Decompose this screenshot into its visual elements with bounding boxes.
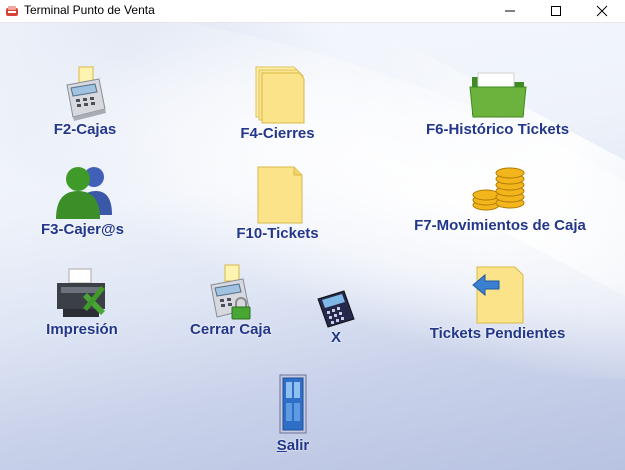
cajas-button[interactable]: F2-Cajas [40,65,130,138]
window-title: Terminal Punto de Venta [24,3,155,17]
cierres-label: F4-Cierres [240,125,315,142]
calculator-icon [317,290,355,328]
historico-tickets-label: F6-Histórico Tickets [425,121,570,138]
tickets-button[interactable]: F10-Tickets [220,165,335,242]
x-button[interactable]: X [310,289,362,346]
cajeros-label: F3-Cajer@s [41,221,124,238]
cerrar-caja-button[interactable]: Cerrar Caja [178,263,283,338]
tickets-pendientes-label: Tickets Pendientes [429,325,566,342]
close-icon [596,5,608,17]
cerrar-caja-label: Cerrar Caja [190,321,271,338]
minimize-icon [505,10,515,12]
movimientos-caja-button[interactable]: F7-Movimientos de Caja [400,167,600,234]
door-icon [279,374,307,434]
impresion-button[interactable]: Impresión [32,267,132,338]
printer-tools-icon [57,268,105,317]
stacked-papers-icon [255,66,304,124]
historico-tickets-button[interactable]: F6-Histórico Tickets [410,65,585,138]
minimize-button[interactable] [487,0,533,22]
paper-arrow-icon [471,266,523,324]
title-bar[interactable]: Terminal Punto de Venta [0,0,625,23]
cajas-label: F2-Cajas [53,121,117,138]
cash-register-lock-icon [209,264,250,320]
x-label: X [330,329,341,346]
movimientos-caja-label: F7-Movimientos de Caja [414,217,586,234]
tickets-pendientes-button[interactable]: Tickets Pendientes [415,265,580,342]
app-icon [6,6,18,16]
green-folder-icon [468,72,527,118]
coins-icon [472,167,525,211]
tickets-label: F10-Tickets [236,225,319,242]
salir-label: Salir [276,437,310,454]
cash-register-icon [66,66,106,121]
close-button[interactable] [579,0,625,22]
cierres-button[interactable]: F4-Cierres [220,65,335,142]
maximize-button[interactable] [533,0,579,22]
paper-icon [257,166,302,224]
maximize-icon [551,6,561,16]
cajeros-button[interactable]: F3-Cajer@s [30,161,135,238]
main-panel: F2-Cajas F4-Cierres F6-Histórico Tickets… [0,23,625,470]
impresion-label: Impresión [46,321,118,338]
users-icon [55,167,112,219]
salir-button[interactable]: Salir [258,373,328,454]
